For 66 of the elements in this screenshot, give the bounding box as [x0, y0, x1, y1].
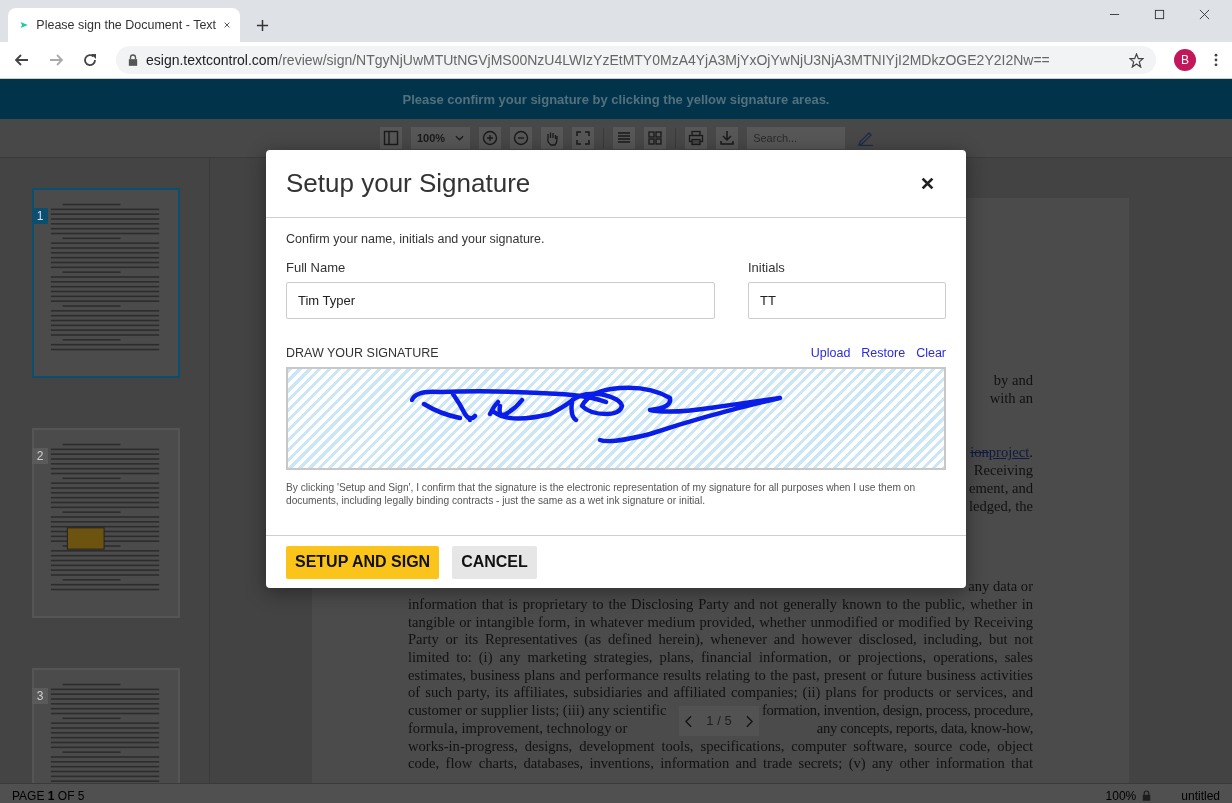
zoom-level: 100% [1105, 788, 1137, 803]
document-text: code, flow charts, databases, inventions, information and trade secrets; (v) any other information that [408, 755, 1033, 773]
close-icon[interactable] [224, 20, 230, 30]
menu-icon[interactable] [1214, 53, 1218, 67]
hand-icon[interactable] [541, 127, 564, 149]
sidebar-toggle-icon[interactable] [380, 127, 402, 149]
document-text: ledged, the [968, 497, 1033, 516]
lock-icon [1142, 790, 1152, 801]
page-count: PAGE 1 OF 5 [12, 788, 85, 803]
dialog-instruction: Confirm your name, initials and your signature. [286, 232, 546, 246]
chevron-left-icon[interactable] [685, 714, 692, 728]
text-lines-icon[interactable] [613, 127, 636, 149]
document-text: by and [993, 372, 1033, 390]
close-icon[interactable] [921, 177, 934, 190]
initials-field[interactable]: TT [748, 282, 946, 319]
document-text: formation, invention, design, process, procedure, [761, 702, 1033, 720]
tab-title: Please sign the Document - Text [36, 18, 217, 32]
lock-icon [128, 54, 138, 66]
document-text: works-in-progress, designs, development tools, specifications, computer software, source code, object [408, 737, 1033, 756]
maximize-icon[interactable] [1154, 9, 1165, 20]
document-text: Party or its Representatives (as defined herein), whenever and however disclosed, including, but not [408, 631, 1033, 650]
file-name: untitled [1181, 788, 1220, 803]
document-text: any concepts, reports, data, know-how, [816, 719, 1033, 738]
caret-icon [455, 135, 465, 141]
reload-icon[interactable] [82, 52, 98, 68]
signature-pad[interactable] [286, 367, 946, 470]
document-text: with an [989, 389, 1033, 408]
page-number-badge: 3 [32, 688, 48, 704]
banner-message: Please confirm your signature by clicking the yellow signature areas. [402, 91, 830, 107]
cancel-button[interactable]: CANCEL [452, 545, 537, 579]
page-number-badge: 2 [32, 448, 48, 464]
signature-action-link[interactable]: Upload [810, 346, 851, 360]
field-label: Initials [748, 260, 786, 275]
field-label: Full Name [286, 260, 347, 275]
signature-action-link[interactable]: Restore [861, 346, 906, 360]
document-text: any data or [967, 578, 1033, 596]
setup-and-sign-button[interactable]: SETUP AND SIGN [286, 545, 440, 579]
document-text: limited to: (i) any marketing strategies, plans, financial information, or projections, operations, sales [408, 649, 1033, 667]
download-icon[interactable] [716, 127, 739, 149]
page-number-badge: 1 [32, 208, 48, 224]
chevron-right-icon[interactable] [746, 714, 753, 728]
document-text: Receiving [973, 462, 1033, 480]
signature-action-link[interactable]: Clear [916, 346, 946, 360]
full-name-field[interactable]: Tim Typer [286, 282, 715, 319]
profile-avatar[interactable]: B [1174, 49, 1196, 71]
dialog-title: Setup your Signature [286, 168, 531, 199]
url-text: esign.textcontrol.com/review/sign/NTgyNjUwMTUtNGVjMS00NzU4LWIzYzEtMTY0MzA4YjA3MjYxOjYwNjU3NjA3MTNIYjI2MDkzOGE2Y2I2Nw== [146, 52, 1051, 68]
section-label: DRAW YOUR SIGNATURE [286, 346, 439, 360]
forward-icon[interactable] [48, 52, 64, 68]
close-icon[interactable] [1199, 9, 1210, 20]
document-text: ionproject. [970, 444, 1033, 463]
zoom-out-icon[interactable] [510, 127, 533, 149]
back-icon[interactable] [14, 52, 30, 68]
star-icon[interactable] [1129, 52, 1144, 68]
page-thumbnail[interactable]: 2 [32, 428, 180, 618]
new-tab-icon[interactable] [256, 19, 269, 32]
zoom-in-icon[interactable] [479, 127, 502, 149]
grid-icon[interactable] [644, 127, 667, 149]
address-field[interactable]: esign.textcontrol.com/review/sign/NTgyNjUwMTUtNGVjMS00NzU4LWIzYzEtMTY0MzA4YjA3MjYxOjYwNjU3NjA3MTNIYjI2MDkzOGE2Y2I2Nw== [116, 46, 1156, 74]
browser-tab[interactable]: Please sign the Document - Text [8, 8, 240, 42]
page-thumbnail[interactable]: 3 [32, 668, 180, 783]
print-icon[interactable] [685, 127, 708, 149]
fullscreen-icon[interactable] [572, 127, 595, 149]
legal-disclaimer: By clicking 'Setup and Sign', I confirm that the signature is the electronic representation of my signature for all purposes when I use them on documents, including legally binding contracts - just the same as a wet ink signature or initial. [286, 482, 917, 507]
page-thumbnail[interactable]: 1 [32, 188, 180, 378]
document-text: customer or supplier lists; (iii) any scientific [408, 702, 667, 720]
